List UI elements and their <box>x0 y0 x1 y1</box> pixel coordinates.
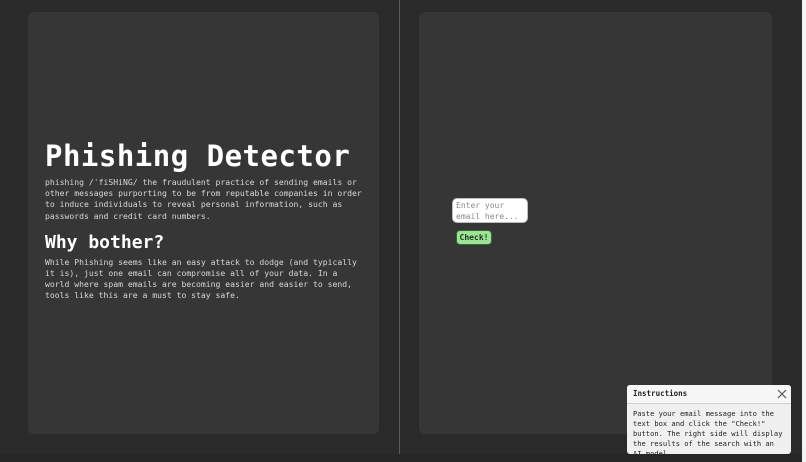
check-button[interactable]: Check! <box>456 230 492 245</box>
instructions-popup: Instructions Paste your email message in… <box>627 385 791 454</box>
app-page: Phishing Detector phishing /ˈfiSHiNG/ th… <box>0 0 806 462</box>
email-input[interactable] <box>452 198 528 223</box>
phishing-definition: phishing /ˈfiSHiNG/ the fraudulent pract… <box>45 177 362 221</box>
checker-panel <box>419 12 772 434</box>
page-title: Phishing Detector <box>45 139 351 173</box>
close-icon[interactable] <box>777 389 787 399</box>
instructions-title: Instructions <box>633 389 688 398</box>
section-body: While Phishing seems like an easy attack… <box>45 256 357 301</box>
instructions-header: Instructions <box>627 385 791 404</box>
window-edge <box>802 0 806 462</box>
bottom-strip <box>0 454 802 462</box>
pane-divider[interactable] <box>399 0 400 454</box>
instructions-body: Paste your email message into the text b… <box>633 409 783 454</box>
section-heading: Why bother? <box>45 231 165 253</box>
info-content: Phishing Detector phishing /ˈfiSHiNG/ th… <box>45 138 365 302</box>
